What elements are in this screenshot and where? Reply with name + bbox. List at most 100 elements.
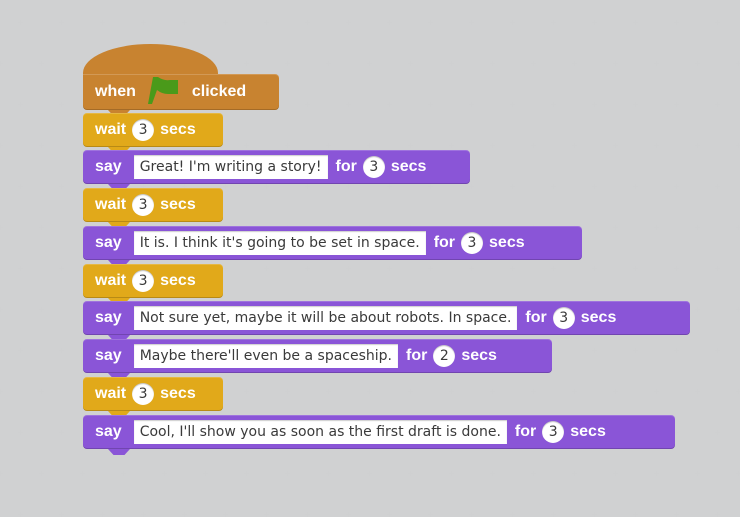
say-for-secs-block[interactable]: say Cool, I'll show you as soon as the f…: [83, 415, 675, 455]
message-input[interactable]: Great! I'm writing a story!: [133, 155, 328, 179]
grid-marker: [305, 266, 310, 271]
secs-label: secs: [160, 385, 196, 402]
grid-marker: [182, 20, 187, 25]
duration-input[interactable]: 3: [132, 194, 155, 216]
grid-marker: [59, 102, 64, 107]
say-for-secs-block[interactable]: say Not sure yet, maybe it will be about…: [83, 301, 690, 341]
secs-label: secs: [570, 423, 606, 440]
grid-marker: [285, 389, 290, 394]
grid-marker: [0, 471, 3, 476]
wait-label: wait: [95, 121, 127, 138]
grid-marker: [203, 471, 208, 476]
grid-marker: [551, 102, 556, 107]
grid-marker: [367, 389, 372, 394]
grid-marker: [326, 389, 331, 394]
grid-marker: [408, 61, 413, 66]
grid-marker: [367, 471, 372, 476]
grid-marker: [100, 20, 105, 25]
duration-input[interactable]: 3: [132, 383, 155, 405]
grid-marker: [572, 61, 577, 66]
duration-input[interactable]: 3: [542, 421, 565, 443]
say-for-secs-block[interactable]: say Great! I'm writing a story! for 3 se…: [83, 150, 470, 190]
say-for-secs-block[interactable]: say Maybe there'll even be a spaceship. …: [83, 339, 552, 379]
wait-block[interactable]: wait 3 secs: [83, 188, 223, 228]
wait-label: wait: [95, 196, 127, 213]
grid-marker: [469, 184, 474, 189]
grid-marker: [654, 471, 659, 476]
grid-marker: [223, 266, 228, 271]
grid-marker: [449, 389, 454, 394]
grid-marker: [715, 20, 720, 25]
say-label: say: [95, 423, 122, 440]
when-flag-clicked-block[interactable]: when clicked: [83, 74, 279, 116]
grid-marker: [592, 266, 597, 271]
say-label: say: [95, 158, 122, 175]
grid-marker: [305, 102, 310, 107]
grid-marker: [736, 307, 740, 312]
green-flag-icon: [144, 75, 180, 110]
grid-marker: [182, 512, 187, 517]
grid-marker: [490, 143, 495, 148]
grid-marker: [551, 184, 556, 189]
grid-marker: [551, 512, 556, 517]
grid-marker: [510, 102, 515, 107]
for-label: for: [433, 234, 456, 251]
wait-label: wait: [95, 385, 127, 402]
duration-input[interactable]: 3: [461, 232, 484, 254]
grid-marker: [674, 266, 679, 271]
grid-marker: [715, 266, 720, 271]
grid-marker: [408, 389, 413, 394]
grid-marker: [736, 471, 740, 476]
wait-block[interactable]: wait 3 secs: [83, 113, 223, 153]
duration-input[interactable]: 3: [552, 307, 575, 329]
grid-marker: [18, 20, 23, 25]
message-input[interactable]: Cool, I'll show you as soon as the first…: [133, 420, 507, 444]
grid-marker: [633, 266, 638, 271]
grid-marker: [244, 143, 249, 148]
for-label: for: [406, 347, 428, 364]
grid-marker: [223, 184, 228, 189]
grid-marker: [613, 389, 618, 394]
message-input[interactable]: It is. I think it's going to be set in s…: [133, 231, 426, 255]
message-input[interactable]: Maybe there'll even be a spaceship.: [133, 344, 398, 368]
wait-block[interactable]: wait 3 secs: [83, 264, 223, 304]
duration-input[interactable]: 3: [362, 156, 385, 178]
grid-marker: [305, 184, 310, 189]
grid-marker: [449, 61, 454, 66]
wait-block[interactable]: wait 3 secs: [83, 377, 223, 417]
say-for-secs-block[interactable]: say It is. I think it's going to be set …: [83, 226, 582, 266]
grid-marker: [39, 389, 44, 394]
grid-marker: [0, 389, 3, 394]
message-input[interactable]: Not sure yet, maybe it will be about rob…: [133, 306, 518, 330]
grid-marker: [305, 512, 310, 517]
grid-marker: [469, 20, 474, 25]
grid-marker: [59, 184, 64, 189]
grid-marker: [223, 512, 228, 517]
grid-marker: [715, 184, 720, 189]
grid-marker: [715, 348, 720, 353]
grid-marker: [592, 512, 597, 517]
grid-marker: [592, 20, 597, 25]
grid-marker: [162, 471, 167, 476]
grid-marker: [0, 307, 3, 312]
grid-marker: [449, 471, 454, 476]
duration-input[interactable]: 3: [132, 270, 155, 292]
grid-marker: [18, 430, 23, 435]
grid-marker: [592, 102, 597, 107]
clicked-label: clicked: [191, 83, 247, 100]
grid-marker: [510, 266, 515, 271]
duration-input[interactable]: 2: [433, 345, 456, 367]
grid-marker: [613, 225, 618, 230]
grid-marker: [428, 20, 433, 25]
grid-marker: [18, 184, 23, 189]
grid-marker: [551, 20, 556, 25]
wait-label: wait: [95, 272, 127, 289]
say-label: say: [95, 347, 122, 364]
grid-marker: [367, 61, 372, 66]
duration-input[interactable]: 3: [132, 119, 155, 141]
grid-marker: [572, 143, 577, 148]
grid-marker: [695, 143, 700, 148]
grid-marker: [654, 143, 659, 148]
for-label: for: [514, 423, 537, 440]
grid-marker: [305, 20, 310, 25]
